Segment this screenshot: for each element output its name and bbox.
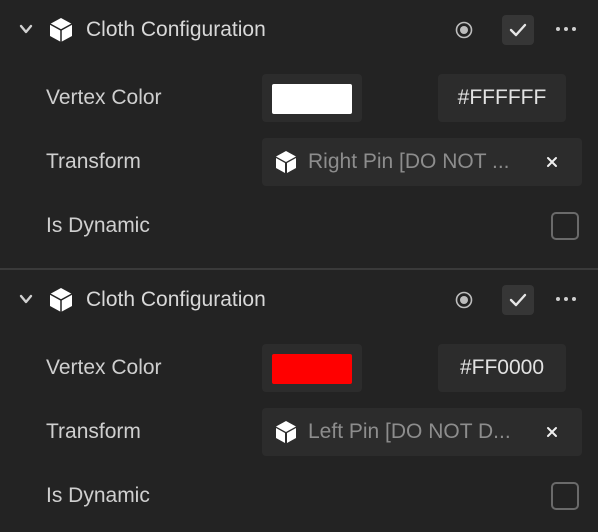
radio-dot-icon[interactable] (454, 20, 474, 40)
more-horizontal-icon[interactable] (555, 291, 577, 307)
vertex-color-hex-value: #FF0000 (459, 356, 545, 379)
is-dynamic-checkbox[interactable] (551, 212, 579, 240)
more-horizontal-icon[interactable] (555, 21, 577, 37)
close-icon[interactable] (542, 422, 562, 442)
transform-label: Transform (46, 150, 141, 173)
scene-object-icon (276, 421, 296, 443)
vertex-color-swatch (272, 354, 352, 384)
cube-icon (49, 288, 73, 312)
scene-object-icon (276, 151, 296, 173)
enable-toggle-button[interactable] (502, 15, 534, 45)
vertex-color-hex-value: #FFFFFF (457, 86, 547, 109)
component-header[interactable]: Cloth Configuration (0, 270, 598, 330)
vertex-color-label: Vertex Color (46, 356, 162, 379)
transform-label: Transform (46, 420, 141, 443)
component-header[interactable]: Cloth Configuration (0, 0, 598, 60)
transform-object-name: Left Pin [DO NOT D... (308, 420, 511, 443)
close-icon[interactable] (542, 152, 562, 172)
chevron-down-icon[interactable] (18, 291, 34, 307)
transform-object-name: Right Pin [DO NOT ... (308, 150, 510, 173)
vertex-color-swatch-button[interactable] (262, 74, 362, 122)
check-icon (509, 293, 527, 307)
transform-object-field[interactable]: Left Pin [DO NOT D... (262, 408, 582, 456)
radio-dot-icon[interactable] (454, 290, 474, 310)
vertex-color-hex-field[interactable]: #FF0000 (438, 344, 566, 392)
chevron-down-icon[interactable] (18, 21, 34, 37)
vertex-color-swatch (272, 84, 352, 114)
component-title: Cloth Configuration (86, 18, 266, 41)
is-dynamic-checkbox[interactable] (551, 482, 579, 510)
vertex-color-swatch-button[interactable] (262, 344, 362, 392)
enable-toggle-button[interactable] (502, 285, 534, 315)
component-title: Cloth Configuration (86, 288, 266, 311)
transform-object-field[interactable]: Right Pin [DO NOT ... (262, 138, 582, 186)
cube-icon (49, 18, 73, 42)
check-icon (509, 23, 527, 37)
is-dynamic-label: Is Dynamic (46, 214, 150, 237)
vertex-color-label: Vertex Color (46, 86, 162, 109)
is-dynamic-label: Is Dynamic (46, 484, 150, 507)
vertex-color-hex-field[interactable]: #FFFFFF (438, 74, 566, 122)
